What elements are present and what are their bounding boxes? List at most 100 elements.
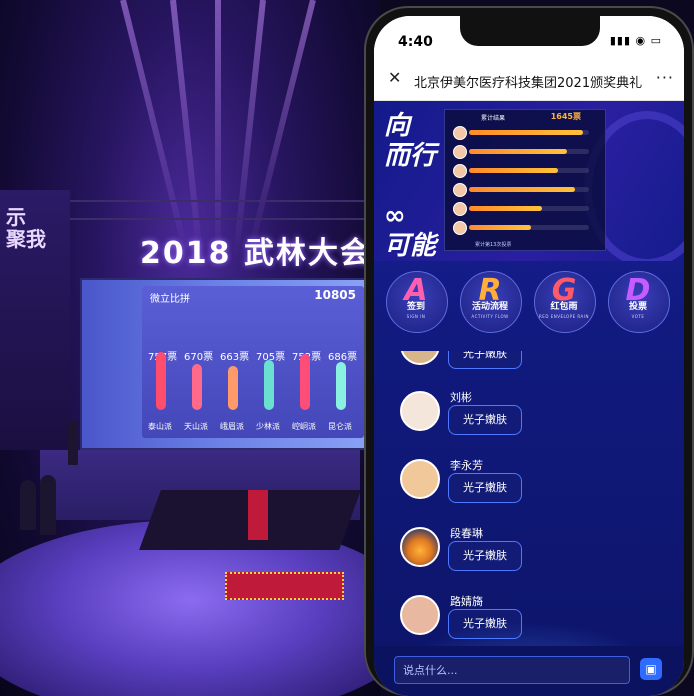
stage-person: [68, 420, 78, 465]
more-icon[interactable]: ···: [656, 68, 674, 87]
phone-screen: 4:40 ▮▮▮ ◉ ▭ ✕ 北京伊美尔医疗科技集团2021颁奖典礼 ··· 向…: [374, 16, 684, 696]
avatar[interactable]: [400, 391, 440, 431]
leaderboard-bar-track: [469, 149, 589, 154]
chat-message: 刘彬 光子嫩肤: [374, 391, 684, 461]
leaderboard-bar: [469, 187, 575, 192]
chat-sender-name: 路婧旖: [450, 595, 483, 608]
vote-count: 663票: [220, 352, 250, 363]
leaderboard-bar: [469, 149, 567, 154]
red-carpet: [225, 572, 344, 600]
menu-sublabel: VOTE: [631, 314, 645, 319]
audience-person: [40, 475, 56, 535]
light-beam: [215, 0, 221, 260]
menu-red-envelope[interactable]: G 红包雨 RED ENVELOPE RAIN: [532, 271, 596, 335]
event-page: 向 而行 ∞ 可能 累计结果 1645票 累计第13次投票 A 签到 SIGN …: [374, 101, 684, 696]
stage-truss: [70, 200, 370, 220]
left-led-wall: 示 聚我: [0, 190, 70, 450]
menu-sublabel: ACTIVITY FLOW: [471, 314, 509, 319]
event-banner: 向 而行 ∞ 可能 累计结果 1645票 累计第13次投票: [374, 101, 684, 261]
avatar: [453, 164, 467, 178]
vote-display-total: 10805: [314, 288, 356, 302]
leaderboard-bar: [469, 168, 558, 173]
function-menu: A 签到 SIGN IN R 活动流程 ACTIVITY FLOW G 红包雨 …: [374, 271, 684, 343]
chat-bubble: 光子嫩肤: [448, 351, 522, 369]
vote-bar: [336, 362, 346, 410]
leaderboard-row: [453, 126, 603, 140]
team-label: 昆仑派: [328, 422, 352, 431]
menu-sign-in[interactable]: A 签到 SIGN IN: [384, 271, 448, 335]
chat-bubble: 光子嫩肤: [448, 541, 522, 571]
leaderboard-row: [453, 183, 603, 197]
chat-message: 光子嫩肤: [374, 351, 684, 395]
vote-bar: [192, 364, 202, 410]
chat-input[interactable]: 说点什么...: [394, 656, 630, 684]
leaderboard-row: [453, 164, 603, 178]
menu-label: 签到: [406, 302, 425, 312]
leaderboard-row: [453, 145, 603, 159]
page-title: 北京伊美尔医疗科技集团2021颁奖典礼: [414, 76, 643, 91]
avatar[interactable]: [400, 527, 440, 567]
team-label: 少林派: [256, 422, 280, 431]
menu-label: 活动流程: [471, 302, 508, 312]
leaderboard-bar: [469, 206, 542, 211]
chat-sender-name: 李永芳: [450, 459, 483, 472]
menu-label: 红包雨: [550, 302, 578, 312]
menu-label: 投票: [628, 302, 647, 312]
avatar[interactable]: [400, 351, 440, 365]
avatar: [453, 221, 467, 235]
chat-feed[interactable]: 光子嫩肤 刘彬 光子嫩肤 李永芳 光子嫩肤 段春琳 光子嫩肤 路婧旖: [374, 351, 684, 646]
menu-vote[interactable]: D 投票 VOTE: [606, 271, 670, 335]
leaderboard-row: [453, 202, 603, 216]
avatar: [453, 126, 467, 140]
chat-bubble: 光子嫩肤: [448, 473, 522, 503]
vote-bar: [228, 366, 238, 410]
status-bar: 4:40 ▮▮▮ ◉ ▭: [374, 16, 684, 60]
leaderboard-bar-track: [469, 225, 589, 230]
chat-input-bar: 说点什么... ▣: [374, 646, 684, 696]
vote-display-header: 微立比拼: [150, 294, 190, 305]
chat-bubble: 光子嫩肤: [448, 405, 522, 435]
leaderboard-bar: [469, 130, 583, 135]
team-label: 泰山派: [148, 422, 172, 431]
left-led-text: 示 聚我: [6, 205, 46, 251]
avatar: [453, 183, 467, 197]
vote-count: 686票: [328, 352, 358, 363]
leaderboard-total: 1645票: [550, 112, 581, 121]
chat-sender-name: 段春琳: [450, 527, 483, 540]
close-icon[interactable]: ✕: [388, 68, 401, 87]
audience-person: [20, 480, 36, 530]
leaderboard-bar: [469, 225, 531, 230]
avatar[interactable]: [400, 459, 440, 499]
status-time: 4:40: [398, 34, 433, 50]
chat-message: 李永芳 光子嫩肤: [374, 459, 684, 529]
leaderboard-panel: 累计结果 1645票 累计第13次投票: [444, 109, 606, 251]
send-image-button[interactable]: ▣: [640, 658, 662, 680]
stage-screen: 微立比拼 10805 757票 670票 663票 705票 752票 686票…: [80, 278, 374, 450]
leaderboard-bar-track: [469, 168, 589, 173]
avatar: [453, 202, 467, 216]
stage-photo: 2018 武林大会 示 聚我 微立比拼 10805 757票 670票 663票…: [0, 0, 380, 696]
webview-navbar: ✕ 北京伊美尔医疗科技集团2021颁奖典礼 ···: [374, 60, 684, 101]
signal-wifi-battery-icon: ▮▮▮ ◉ ▭: [609, 34, 662, 47]
team-label: 峨眉派: [220, 422, 244, 431]
leaderboard-row: [453, 221, 603, 235]
chat-message: 段春琳 光子嫩肤: [374, 527, 684, 597]
vote-display: 微立比拼 10805 757票 670票 663票 705票 752票 686票…: [142, 286, 364, 438]
team-label: 天山派: [184, 422, 208, 431]
menu-activity-flow[interactable]: R 活动流程 ACTIVITY FLOW: [458, 271, 522, 335]
runway-stripe: [248, 490, 268, 540]
vote-bar: [264, 360, 274, 410]
avatar: [453, 145, 467, 159]
image-icon: ▣: [645, 662, 657, 676]
banner-art-text: 向 而行 ∞ 可能: [384, 111, 437, 261]
menu-sublabel: RED ENVELOPE RAIN: [539, 314, 589, 319]
leaderboard-footer: 累计第13次投票: [475, 242, 512, 248]
phone-notch: [460, 16, 600, 46]
vote-count: 670票: [184, 352, 214, 363]
stage-title: 2018 武林大会: [140, 236, 372, 271]
leaderboard-bar-track: [469, 206, 589, 211]
leaderboard-header: 累计结果: [481, 115, 506, 122]
leaderboard-bar-track: [469, 187, 589, 192]
team-label: 崆峒派: [292, 422, 316, 431]
vote-bar: [300, 354, 310, 410]
